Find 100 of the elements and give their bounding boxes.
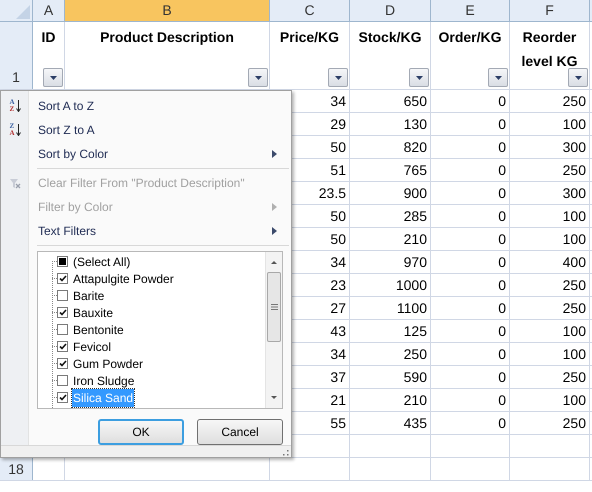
table-cell-text: 0 [498, 92, 506, 110]
table-cell-text: 0 [498, 414, 506, 432]
table-cell-text: 590 [404, 368, 427, 386]
table-cell-text: 970 [404, 252, 427, 272]
table-cell-text: 23 [330, 276, 346, 294]
header-label: Stock/KG [357, 28, 422, 47]
checkbox[interactable] [57, 256, 68, 267]
dialog-button[interactable]: Cancel [197, 419, 283, 446]
table-cell-text: 0 [498, 114, 506, 134]
grip-icon [270, 304, 278, 310]
checkbox[interactable] [57, 341, 68, 352]
table-cell-text: 900 [404, 184, 427, 202]
value-label[interactable]: Bentonite [72, 320, 125, 338]
checkbox[interactable] [57, 273, 68, 284]
value-label[interactable]: Attapulgite Powder [72, 270, 175, 288]
submenu-arrow-icon [272, 227, 277, 235]
checkbox[interactable] [57, 375, 68, 386]
table-cell-text: 100 [562, 206, 586, 226]
caret-icon [50, 76, 56, 80]
clear-filter-icon [9, 178, 21, 188]
value-label[interactable]: Barite [72, 286, 106, 304]
table-cell-text: 27 [330, 298, 346, 318]
row-number: 18 [8, 460, 24, 478]
header-label: Price/KG [278, 28, 340, 47]
checkbox[interactable] [57, 324, 68, 335]
table-cell-text: 250 [562, 414, 586, 432]
table-cell-text: 0 [498, 252, 506, 272]
table-cell-text: 51 [330, 160, 346, 180]
table-cell-text: 21 [330, 390, 346, 410]
table-cell-text: 210 [404, 390, 427, 410]
value-label[interactable]: Gum Powder [72, 354, 144, 372]
table-cell-text: 29 [330, 114, 346, 134]
table-cell-text: 100 [562, 230, 586, 248]
table-cell-text: 50 [330, 230, 346, 248]
filter-button[interactable] [488, 68, 508, 87]
value-label[interactable]: Bauxite [72, 304, 114, 322]
table-cell-text: 0 [498, 138, 506, 156]
table-cell-text: 285 [404, 206, 427, 226]
column-header[interactable]: F [510, 0, 590, 21]
dialog-button[interactable]: OK [98, 419, 184, 446]
table-cell-text: 100 [562, 390, 586, 410]
checkbox[interactable] [57, 358, 68, 369]
column-header[interactable]: C [270, 0, 350, 21]
table-cell-text: 50 [330, 138, 346, 156]
filter-button[interactable] [568, 68, 588, 87]
header-label: ID [40, 28, 56, 47]
table-cell-text: 300 [562, 138, 586, 156]
caret-icon [334, 76, 342, 80]
filter-button[interactable] [43, 68, 63, 87]
table-cell-text: 820 [404, 138, 427, 156]
column-header[interactable]: B [65, 0, 270, 21]
resize-grip-icon[interactable] [282, 449, 289, 456]
filter-button[interactable] [248, 68, 268, 87]
table-cell-text: 400 [562, 252, 586, 272]
table-cell-text: 0 [498, 368, 506, 386]
column-header[interactable]: D [350, 0, 431, 21]
table-cell-text: 23.5 [318, 184, 346, 202]
table-cell-text: 43 [330, 322, 346, 340]
menu-item[interactable]: Sort by Color [1, 142, 291, 166]
table-cell-text: 0 [498, 276, 506, 294]
header-label: Order/KG [437, 28, 502, 47]
table-cell-text: 250 [562, 276, 586, 294]
table-cell-text: 300 [562, 184, 586, 202]
caret-icon [494, 76, 502, 80]
table-cell-text: 1000 [396, 276, 427, 294]
table-cell-text: 0 [498, 390, 506, 410]
scrollbar[interactable] [265, 252, 282, 408]
table-cell-text: 210 [404, 230, 427, 248]
column-header[interactable]: E [431, 0, 510, 21]
checkbox[interactable] [57, 392, 68, 403]
table-cell-text: 435 [404, 414, 427, 432]
table-cell-text: 765 [404, 160, 427, 180]
table-cell-text: 34 [330, 92, 346, 110]
submenu-arrow-icon [272, 203, 277, 211]
value-label[interactable]: (Select All) [72, 252, 132, 270]
checkbox[interactable] [57, 290, 68, 301]
table-cell-text: 0 [498, 206, 506, 226]
table-cell-text: 0 [498, 230, 506, 248]
scroll-down-icon[interactable] [270, 396, 278, 400]
value-label[interactable]: Iron Sludge [72, 372, 136, 390]
table-cell-text: 37 [330, 368, 346, 386]
table-cell-text: 55 [330, 414, 346, 432]
checkbox[interactable] [57, 307, 68, 318]
table-cell-text: 250 [562, 92, 586, 110]
table-cell-text: 100 [562, 322, 586, 340]
table-cell-text: 34 [330, 344, 346, 364]
value-label[interactable]: Fevicol [72, 338, 112, 356]
scroll-up-icon[interactable] [270, 260, 278, 264]
menu-item[interactable]: Text Filters [1, 219, 291, 243]
table-cell-text: 100 [562, 344, 586, 364]
table-cell-text: 250 [404, 344, 427, 364]
row-number: 1 [12, 68, 20, 87]
table-cell-text: 100 [562, 114, 586, 134]
table-cell-text: 125 [404, 322, 427, 340]
table-cell-text: 0 [498, 184, 506, 202]
table-cell-text: 34 [330, 252, 346, 272]
filter-button[interactable] [409, 68, 429, 87]
filter-button[interactable] [328, 68, 348, 87]
table-cell-text: 250 [562, 368, 586, 386]
table-cell-text: 250 [562, 160, 586, 180]
